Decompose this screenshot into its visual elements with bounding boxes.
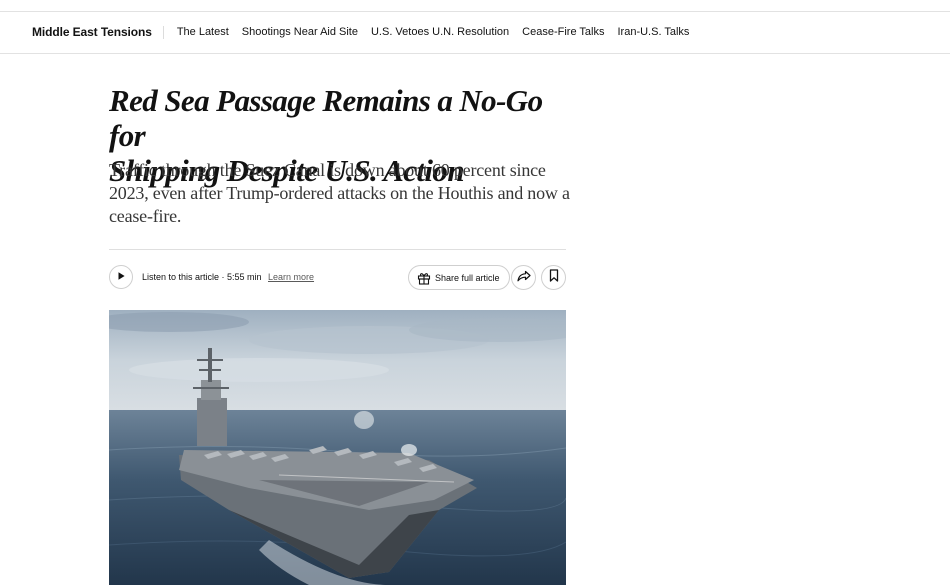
subnav-section-title[interactable]: Middle East Tensions [32, 26, 164, 39]
listen-play-button[interactable] [109, 265, 133, 289]
article-toolbar: Listen to this article · 5:55 min Learn … [109, 264, 566, 292]
article-summary: Traffic through the Suez Canal is down a… [109, 160, 570, 226]
share-full-article-button[interactable]: Share full article [408, 265, 510, 290]
play-icon [116, 268, 126, 286]
section-subnav: Middle East Tensions The Latest Shooting… [0, 12, 950, 54]
top-header-strip [0, 0, 950, 12]
listen-label: Listen to this article · 5:55 min [142, 272, 262, 282]
subnav-link-shootings-near-aid-site[interactable]: Shootings Near Aid Site [242, 26, 358, 39]
headline-divider [109, 249, 566, 250]
headline-line-1: Red Sea Passage Remains a No-Go for [109, 83, 543, 153]
share-full-article-label: Share full article [435, 272, 500, 283]
subnav-link-the-latest[interactable]: The Latest [177, 26, 229, 39]
gift-icon [417, 271, 431, 285]
subnav-link-cease-fire-talks[interactable]: Cease-Fire Talks [522, 26, 604, 39]
aircraft-carrier-photo [109, 310, 566, 585]
share-arrow-icon [516, 269, 531, 287]
save-bookmark-button[interactable] [541, 265, 566, 290]
subnav-link-iran-us-talks[interactable]: Iran-U.S. Talks [618, 26, 690, 39]
subnav-link-us-vetoes-un-resolution[interactable]: U.S. Vetoes U.N. Resolution [371, 26, 509, 39]
share-button[interactable] [511, 265, 536, 290]
bookmark-icon [549, 268, 559, 287]
article-lead-photo [109, 310, 566, 585]
learn-more-link[interactable]: Learn more [268, 272, 314, 282]
